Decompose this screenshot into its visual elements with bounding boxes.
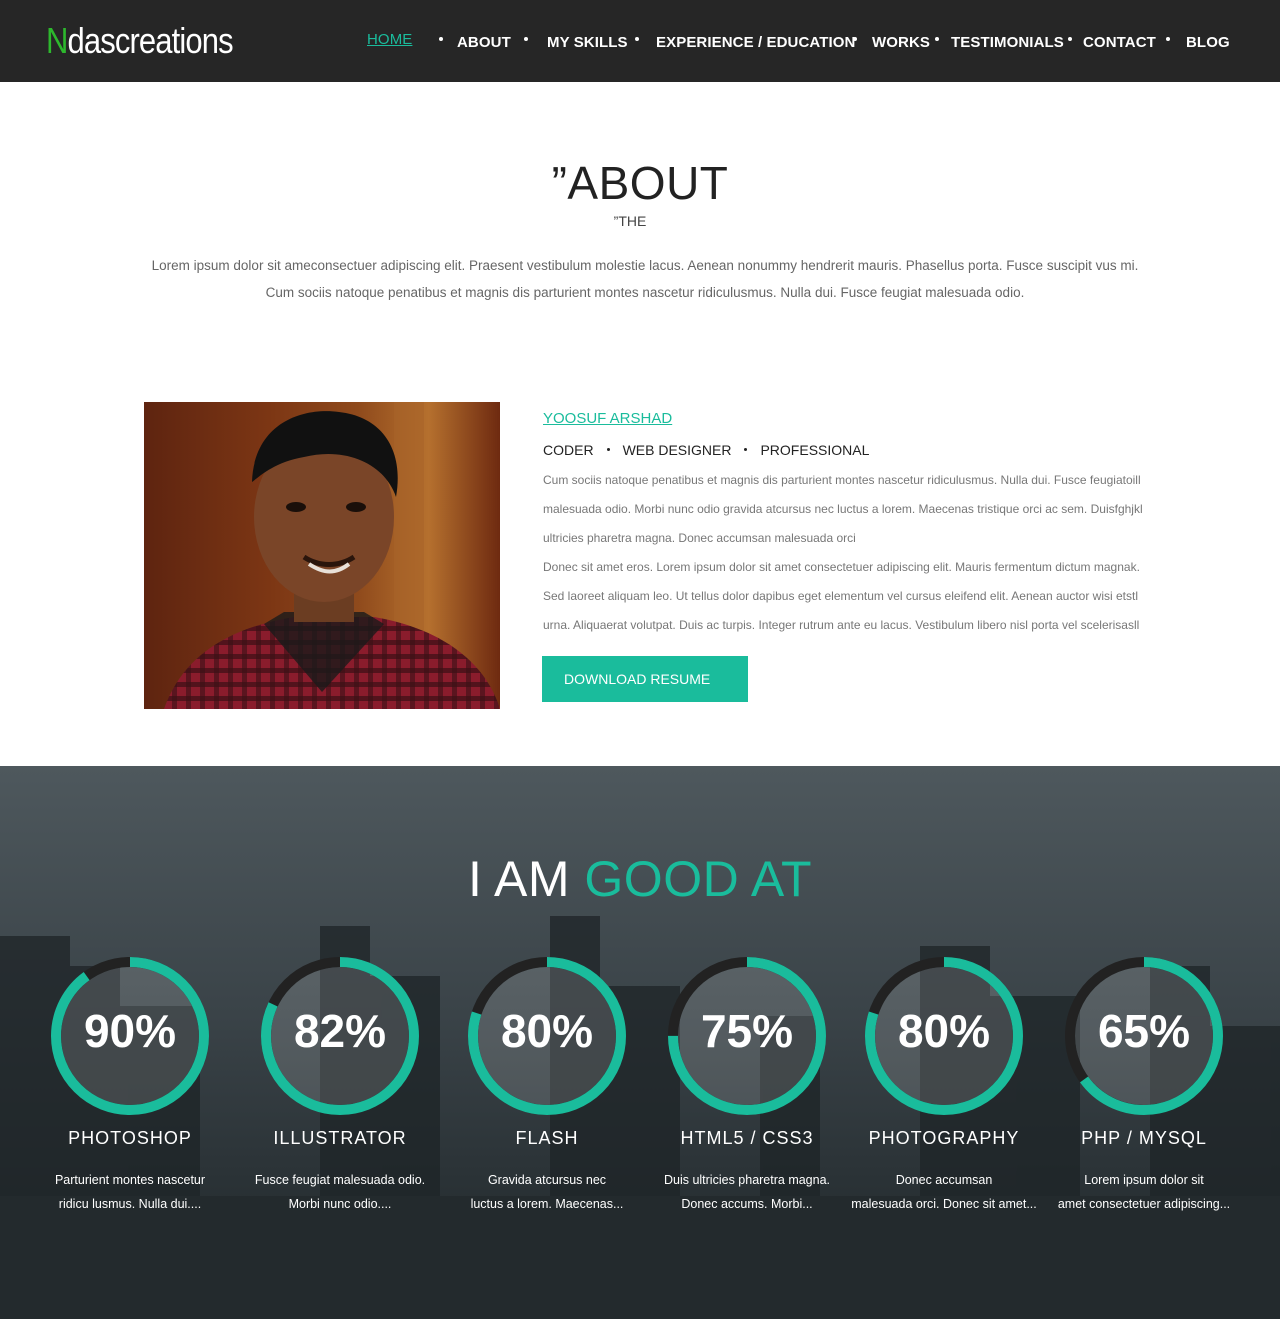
skills-title-white: I AM [467,851,585,907]
about-intro-text: Lorem ipsum dolor sit ameconsectuer adip… [151,258,1139,300]
skill-description-line: Gravida atcursus nec [487,1173,607,1187]
nav-separator-dot [439,37,443,41]
skill-percent: 65% [1097,1005,1191,1057]
skills-title: I AM GOOD AT [0,850,1280,908]
skill-description-line: Donec accums. Morbi... [681,1197,813,1211]
nav-item-works[interactable]: WORKS [872,34,930,51]
nav-item-testimonials[interactable]: TESTIMONIALS [951,34,1064,51]
skill-percent: 75% [700,1005,794,1057]
skill-description: Fusce feugiat malesuada odio. Morbi nunc … [240,1168,440,1216]
nav-separator-dot [853,37,857,41]
nav-item-my-skills[interactable]: MY SKILLS [547,34,628,51]
nav-separator-dot [524,37,528,41]
nav-item-home[interactable]: HOME [367,31,412,48]
about-title: ”ABOUT [551,157,729,209]
skill-description-line: ridicu lusmus. Nulla dui.... [58,1197,202,1211]
nav-item-experience-education[interactable]: EXPERIENCE / EDUCATION [656,34,855,51]
nav-separator-dot [1166,37,1170,41]
skill-name: PHOTOGRAPHY [868,1128,1020,1148]
nav-item-about[interactable]: ABOUT [457,34,511,51]
profile-name-link[interactable]: YOOSUF ARSHAD [543,410,672,427]
nav-separator-dot [1068,37,1072,41]
skill-description: Lorem ipsum dolor sit amet consectetuer a… [1044,1168,1244,1216]
skill-description-line: Morbi nunc odio.... [288,1197,392,1211]
skill-percent: 80% [897,1005,991,1057]
nav-item-contact[interactable]: CONTACT [1083,34,1156,51]
role-separator-dot [606,448,610,452]
skill-description: Donec accumsan malesuada orci. Donec sit … [844,1168,1044,1216]
skill-description: Gravida atcursus nec luctus a lorem. Maec… [447,1168,647,1216]
nav-separator-dot [935,37,939,41]
skill-description: Duis ultricies pharetra magna. Donec accu… [647,1168,847,1216]
download-resume-button[interactable]: DOWNLOAD RESUME [542,656,748,702]
skill-percent: 90% [83,1005,177,1057]
skill-name: FLASH [515,1128,579,1148]
skill-description-line: amet consectetuer adipiscing... [1057,1197,1231,1211]
role-coder: CODER [543,442,594,458]
top-navbar: Ndascreations HOME ABOUT MY SKILLS EXPER… [0,0,1280,82]
skill-name: PHOTOSHOP [68,1128,192,1148]
skill-description-line: malesuada orci. Donec sit amet... [851,1197,1037,1211]
skill-description-line: Duis ultricies pharetra magna. [663,1173,831,1187]
skill-description-line: Donec accumsan [895,1173,993,1187]
skill-name: ILLUSTRATOR [273,1128,407,1148]
bio-paragraph: Donec sit amet eros. Lorem ipsum dolor s… [543,560,1140,632]
skills-section: I AM GOOD AT 90% PHOTOSHOP Parturient mo… [0,766,1280,1319]
bio-paragraph: Cum sociis natoque penatibus et magnis d… [543,473,1143,545]
profile-bio: Cum sociis natoque penatibus et magnis d… [543,466,1143,640]
main-nav: HOME ABOUT MY SKILLS EXPERIENCE / EDUCAT… [0,31,1280,56]
skill-description-line: Parturient montes nascetur [54,1173,206,1187]
skill-description-line: Lorem ipsum dolor sit [1084,1173,1204,1187]
nav-item-blog[interactable]: BLOG [1186,34,1230,51]
about-subtitle: ”THE [613,213,647,229]
skill-percent: 80% [500,1005,594,1057]
skill-description-line: Fusce feugiat malesuada odio. [254,1173,426,1187]
profile-photo [144,402,500,709]
skill-name: HTML5 / CSS3 [680,1128,814,1148]
role-professional: PROFESSIONAL [760,442,870,458]
skill-percent: 82% [293,1005,387,1057]
skill-description-line: luctus a lorem. Maecenas... [470,1197,624,1211]
skills-title-accent: GOOD AT [584,851,813,907]
profile-roles: CODER WEB DESIGNER PROFESSIONAL [543,442,869,458]
skill-name: PHP / MYSQL [1081,1128,1207,1148]
skill-description: Parturient montes nascetur ridicu lusmus.… [30,1168,230,1216]
nav-separator-dot [635,37,639,41]
role-web-designer: WEB DESIGNER [622,442,732,458]
role-separator-dot [744,448,748,452]
